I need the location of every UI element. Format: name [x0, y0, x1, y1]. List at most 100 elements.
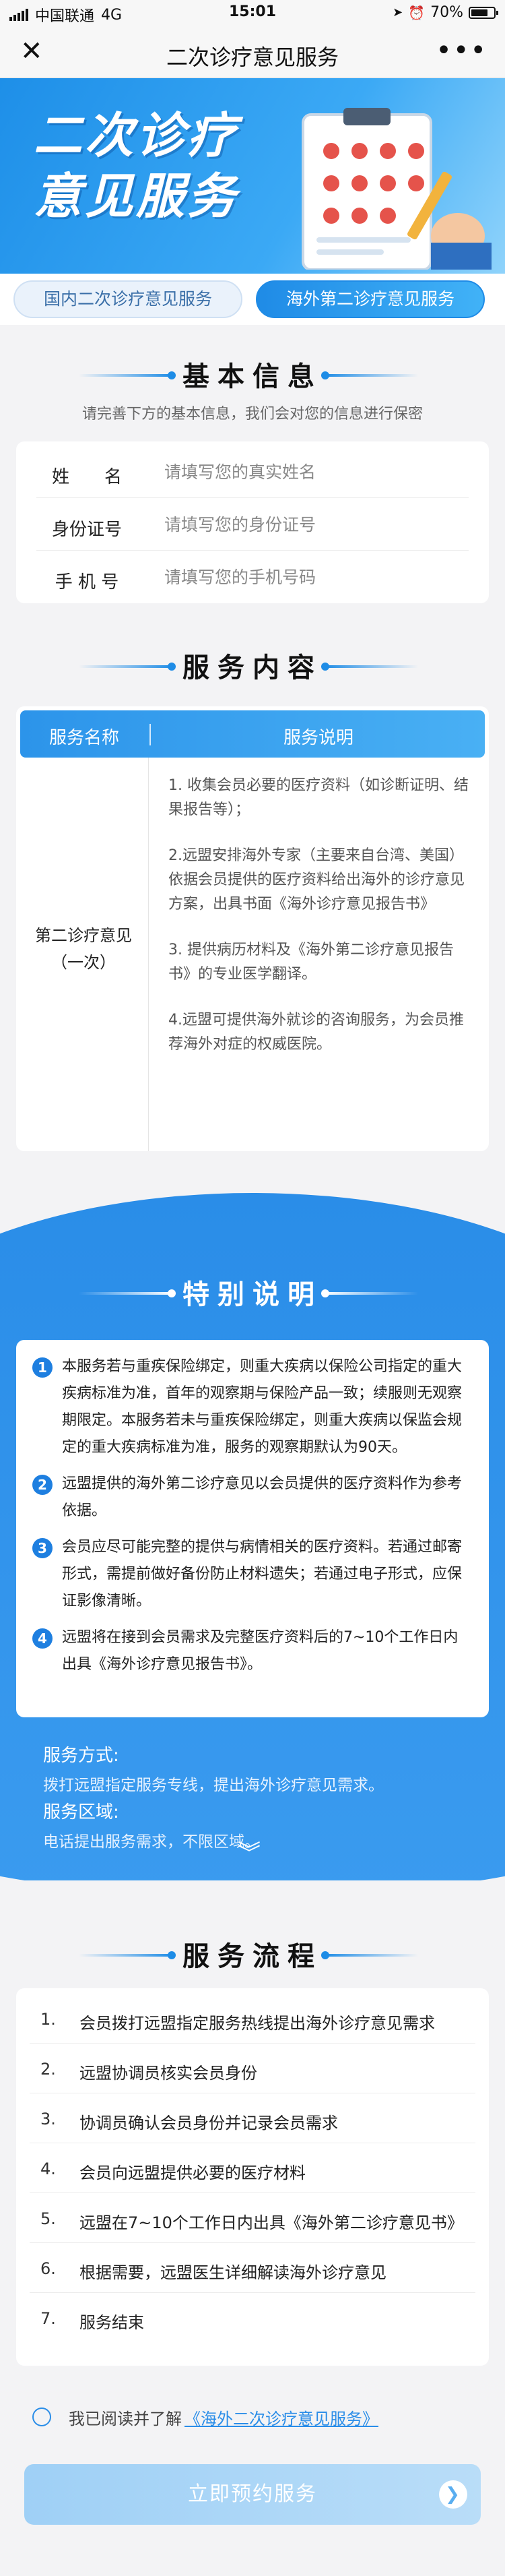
service-area-value: 电话提出服务需求，不限区域。 — [43, 1833, 260, 1851]
special-notes-card: 1 本服务若与重疾保险绑定，则重大疾病以保险公司指定的重大疾病标准为准，首年的观… — [16, 1340, 489, 1717]
service-content-heading: 服务内容 — [79, 646, 418, 685]
flow-step-text: 根据需要，远盟医生详细解读海外诊疗意见 — [79, 2263, 386, 2282]
id-label: 身份证号 — [51, 520, 122, 540]
flow-step-number: 6. — [40, 2259, 56, 2278]
id-number-input[interactable] — [164, 509, 461, 540]
flow-step-number: 3. — [40, 2110, 56, 2128]
heading-deco-right — [321, 663, 418, 671]
agreement-prefix: 我已阅读并了解 — [69, 2409, 182, 2428]
service-table: 服务名称 服务说明 第二诊疗意见（一次） 1. 收集会员必要的医疗资料（如诊断证… — [16, 706, 489, 1151]
flow-heading-wrap: 服务流程 — [0, 1934, 505, 1973]
flow-step-text: 远盟协调员核实会员身份 — [79, 2064, 257, 2083]
service-desc-item: 2.远盟安排海外专家（主要来自台湾、美国）依据会员提供的医疗资料给出海外的诊疗意… — [168, 847, 465, 913]
agreement-radio[interactable] — [32, 2408, 51, 2426]
flow-step-number: 2. — [40, 2060, 56, 2079]
flow-step: 5. 远盟在7~10个工作日内出具《海外第二诊疗意见书》 — [30, 2193, 475, 2243]
flow-list: 1. 会员拨打远盟指定服务热线提出海外诊疗意见需求 2. 远盟协调员核实会员身份 3… — [16, 1988, 489, 2366]
note-text: 远盟将在接到会员需求及完整医疗资料后的7~10个工作日内出具《海外诊疗意见报告书… — [62, 1629, 459, 1673]
service-tabs: 国内二次诊疗意见服务 海外第二诊疗意见服务 — [0, 274, 505, 325]
service-area: 服务区域: 电话提出服务需求，不限区域。 — [43, 1798, 260, 1851]
id-row: 身份证号 — [36, 498, 469, 551]
phone-row: 手 机 号 — [36, 551, 469, 603]
flow-heading-text: 服务流程 — [182, 1941, 323, 1972]
service-table-header: 服务名称 服务说明 — [20, 710, 485, 758]
note-text: 本服务若与重疾保险绑定，则重大疾病以保险公司指定的重大疾病标准为准，首年的观察期… — [62, 1358, 463, 1456]
name-row: 姓 名 — [36, 446, 469, 498]
banner-title-line1: 二次诊疗 — [34, 107, 239, 164]
note-text: 会员应尽可能完整的提供与病情相关的医疗资料。若通过邮寄形式，需提前做好备份防止材… — [62, 1539, 463, 1609]
heading-deco-right — [321, 1951, 418, 1959]
basic-info-subtitle: 请完善下方的基本信息，我们会对您的信息进行保密 — [81, 406, 423, 423]
tab-overseas[interactable]: 海外第二诊疗意见服务 — [256, 280, 485, 318]
nav-bar: ✕ 二次诊疗意见服务 ••• — [0, 26, 505, 78]
heading-deco-left — [79, 371, 176, 379]
alarm-icon: ⏰ — [408, 4, 426, 21]
flow-step: 1. 会员拨打远盟指定服务热线提出海外诊疗意见需求 — [30, 1994, 475, 2044]
flow-step-text: 远盟在7~10个工作日内出具《海外第二诊疗意见书》 — [79, 2213, 463, 2232]
special-notes-heading: 特别说明 — [79, 1272, 418, 1312]
double-chevron-down-icon: ︾ — [238, 1840, 261, 1867]
book-service-label: 立即预约服务 — [188, 2482, 317, 2506]
book-service-button[interactable]: 立即预约服务 ❯ — [24, 2464, 481, 2525]
service-method-label: 服务方式: — [43, 1746, 119, 1766]
note-item: 3 会员应尽可能完整的提供与病情相关的医疗资料。若通过邮寄形式，需提前做好备份防… — [32, 1534, 473, 1615]
service-name-cell: 第二诊疗意见（一次） — [35, 926, 132, 972]
heading-deco-right — [321, 371, 418, 379]
col-service-name: 服务名称 — [48, 728, 119, 748]
flow-step: 4. 会员向远盟提供必要的医疗材料 — [30, 2143, 475, 2193]
flow-heading: 服务流程 — [79, 1934, 418, 1973]
note-text: 远盟提供的海外第二诊疗意见以会员提供的医疗资料作为参考依据。 — [62, 1475, 463, 1519]
heading-deco-left — [79, 1951, 176, 1959]
more-icon[interactable]: ••• — [436, 35, 487, 66]
heading-deco-right — [321, 1289, 418, 1297]
special-notes-section: 特别说明 1 本服务若与重疾保险绑定，则重大疾病以保险公司指定的重大疾病标准为准… — [0, 1193, 505, 1880]
phone-input[interactable] — [164, 561, 461, 592]
heading-deco-left — [79, 1289, 176, 1297]
phone-label: 手 机 号 — [55, 572, 119, 592]
note-number-badge: 1 — [32, 1357, 53, 1378]
flow-step-text: 会员向远盟提供必要的医疗材料 — [79, 2164, 306, 2182]
arrow-right-icon: ❯ — [439, 2480, 467, 2509]
note-item: 1 本服务若与重疾保险绑定，则重大疾病以保险公司指定的重大疾病标准为准，首年的观… — [32, 1353, 473, 1461]
service-desc-item: 1. 收集会员必要的医疗资料（如诊断证明、结果报告等）； — [168, 777, 469, 818]
battery-icon — [469, 6, 498, 19]
heading-deco-left — [79, 663, 176, 671]
basic-info-heading-wrap: 基本信息 — [0, 355, 505, 394]
special-notes-heading-text: 特别说明 — [182, 1279, 323, 1310]
banner: 二次诊疗 意见服务 — [0, 78, 505, 274]
flow-step-number: 7. — [40, 2309, 56, 2328]
flow-step: 6. 根据需要，远盟医生详细解读海外诊疗意见 — [30, 2243, 475, 2293]
note-number-badge: 4 — [32, 1628, 53, 1649]
flow-step-number: 4. — [40, 2159, 56, 2178]
flow-step-number: 5. — [40, 2209, 56, 2228]
location-icon: ➤ — [393, 5, 403, 20]
header-divider — [149, 724, 151, 745]
col-service-desc: 服务说明 — [283, 728, 354, 748]
status-bar: 中国联通 4G 15:01 ➤ ⏰ 70% — [0, 0, 505, 26]
note-number-badge: 2 — [32, 1475, 53, 1495]
service-method: 服务方式: 拨打远盟指定服务专线，提出海外诊疗意见需求。 — [43, 1742, 384, 1795]
name-input[interactable] — [164, 456, 461, 487]
tab-domestic[interactable]: 国内二次诊疗意见服务 — [13, 280, 242, 318]
page-title: 二次诊疗意见服务 — [166, 44, 339, 70]
service-content-heading-text: 服务内容 — [182, 652, 323, 683]
agreement-row: 我已阅读并了解 《海外二次诊疗意见服务》 — [32, 2403, 378, 2430]
flow-step: 7. 服务结束 — [30, 2293, 475, 2343]
note-item: 2 远盟提供的海外第二诊疗意见以会员提供的医疗资料作为参考依据。 — [32, 1471, 473, 1525]
basic-info-heading: 基本信息 — [79, 355, 418, 394]
flow-step-text: 服务结束 — [79, 2313, 144, 2332]
service-desc-item: 4.远盟可提供海外就诊的咨询服务，为会员推荐海外对症的权威医院。 — [168, 1012, 464, 1053]
service-desc-cell: 1. 收集会员必要的医疗资料（如诊断证明、结果报告等）； 2.远盟安排海外专家（… — [168, 774, 469, 1078]
service-desc-item: 3. 提供病历材料及《海外第二诊疗意见报告书》的专业医学翻译。 — [168, 942, 454, 983]
service-method-value: 拨打远盟指定服务专线，提出海外诊疗意见需求。 — [43, 1777, 384, 1794]
flow-step-text: 会员拨打远盟指定服务热线提出海外诊疗意见需求 — [79, 2014, 435, 2033]
clipboard-illustration-icon — [302, 108, 492, 270]
table-divider — [148, 758, 149, 1151]
name-label: 姓 名 — [51, 467, 122, 487]
banner-title: 二次诊疗 意见服务 — [34, 105, 238, 226]
service-area-label: 服务区域: — [43, 1802, 119, 1822]
flow-step: 3. 协调员确认会员身份并记录会员需求 — [30, 2093, 475, 2143]
battery-percent: 70% — [430, 4, 463, 21]
basic-info-form: 姓 名 身份证号 手 机 号 — [16, 441, 489, 603]
agreement-link[interactable]: 《海外二次诊疗意见服务》 — [184, 2405, 378, 2429]
